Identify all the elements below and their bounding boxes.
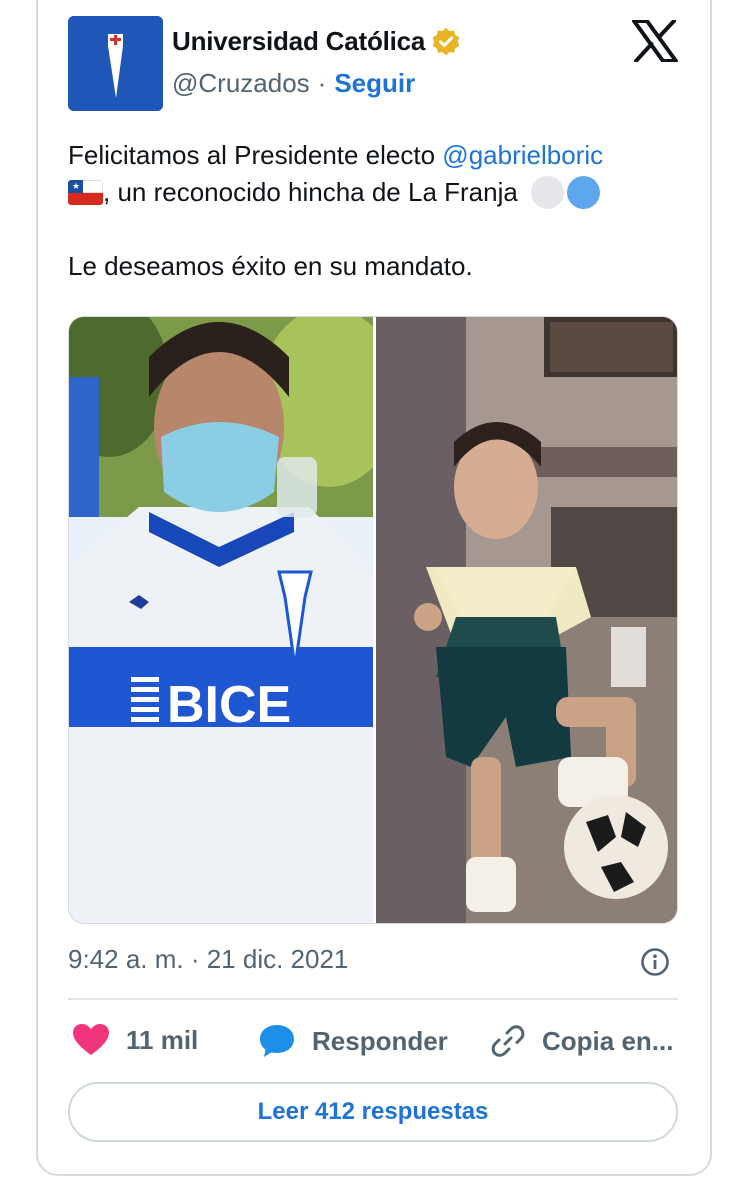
speech-bubble-icon <box>260 1025 294 1057</box>
tweet-text-continued: , un reconocido hincha de La Franja <box>103 177 526 207</box>
tweet-timestamp[interactable]: 9:42 a. m. · 21 dic. 2021 <box>68 944 348 975</box>
svg-text:BICE: BICE <box>167 676 291 734</box>
handle-row: @Cruzados · Seguir <box>172 68 415 99</box>
mention-link[interactable]: @gabrielboric <box>442 140 603 170</box>
white-circle-emoji <box>531 176 565 209</box>
avatar[interactable] <box>68 16 163 111</box>
like-button[interactable]: 11 mil <box>72 1023 198 1057</box>
link-icon <box>491 1025 525 1057</box>
tweet-line-2: ★, un reconocido hincha de La Franja <box>68 174 688 211</box>
copy-link-label: Copia en... <box>542 1025 674 1056</box>
copy-link-button[interactable]: Copia en... <box>490 1023 673 1059</box>
follow-button[interactable]: Seguir <box>334 68 415 99</box>
photo-adult-in-jersey[interactable]: BICE <box>69 317 373 924</box>
account-name-row: Universidad Católica <box>172 26 461 57</box>
separator-dot: · <box>317 68 327 98</box>
read-replies-label: Leer 412 respuestas <box>257 1098 489 1125</box>
verified-badge-icon <box>432 27 460 55</box>
tweet-media[interactable]: BICE <box>68 316 678 924</box>
tweet-paragraph-2: Le deseamos éxito en su mandato. <box>68 251 473 281</box>
reply-label: Responder <box>312 1025 448 1056</box>
x-logo-icon[interactable] <box>632 20 678 62</box>
blue-circle-emoji <box>567 176 601 209</box>
heart-icon <box>73 1024 109 1055</box>
club-crest-logo <box>68 16 163 111</box>
divider <box>68 998 678 1000</box>
tweet-text: Felicitamos al Presidente electo @gabrie… <box>68 137 688 285</box>
tweet-line-1: Felicitamos al Presidente electo @gabrie… <box>68 137 688 174</box>
photo-child-with-ball[interactable] <box>376 317 678 924</box>
chile-flag-emoji: ★ <box>68 180 103 205</box>
info-icon[interactable] <box>640 947 670 977</box>
like-count: 11 mil <box>126 1024 199 1055</box>
display-name[interactable]: Universidad Católica <box>172 26 425 57</box>
tweet-text-intro: Felicitamos al Presidente electo <box>68 140 443 170</box>
reply-button[interactable]: Responder <box>258 1023 448 1059</box>
read-replies-button[interactable]: Leer 412 respuestas <box>68 1082 678 1142</box>
account-handle[interactable]: @Cruzados <box>172 68 310 99</box>
